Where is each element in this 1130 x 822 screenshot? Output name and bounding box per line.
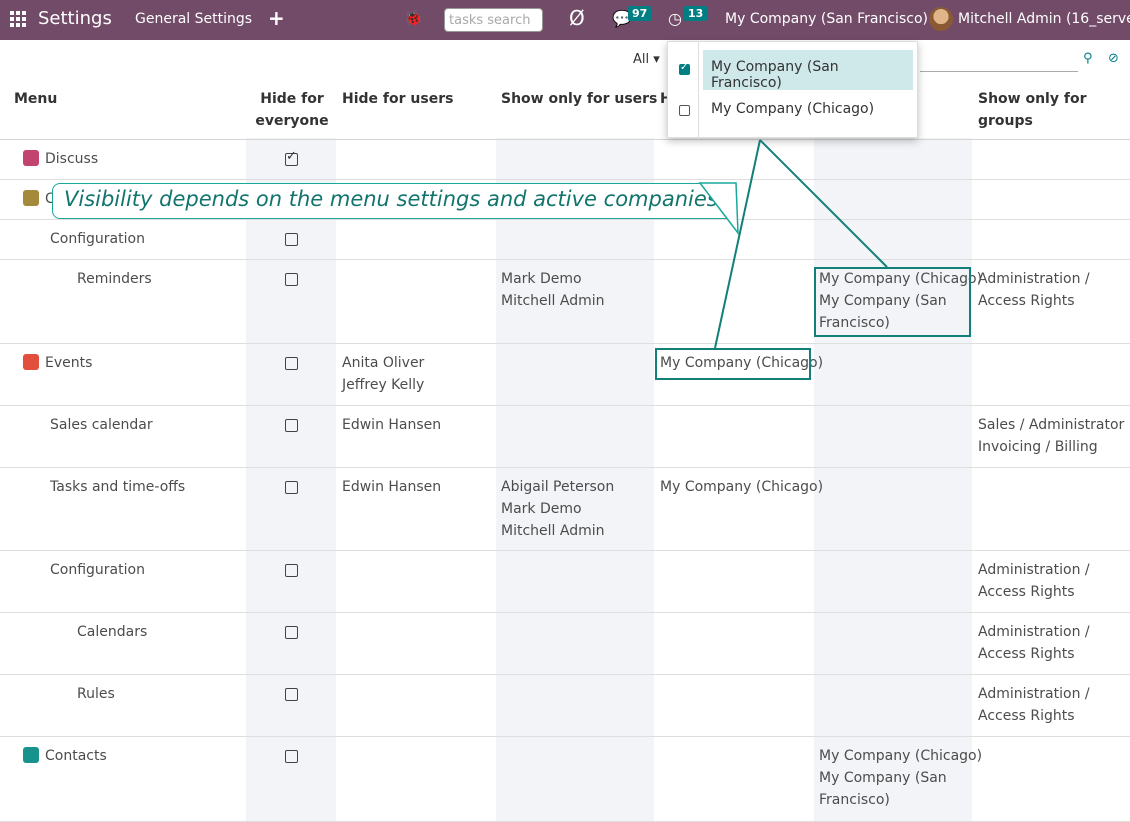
column-header-menu[interactable]: Menu bbox=[14, 88, 57, 110]
hide-everyone-checkbox[interactable] bbox=[285, 149, 298, 166]
cell-hide-users[interactable]: Edwin Hansen bbox=[342, 476, 441, 498]
bug-icon[interactable]: 🐞 bbox=[404, 9, 423, 27]
dropdown-separator bbox=[698, 42, 699, 139]
hide-everyone-checkbox[interactable] bbox=[285, 233, 298, 246]
table-row[interactable]: Tasks and time-offs Edwin Hansen Abigail P… bbox=[0, 468, 1130, 551]
cell-show-companies[interactable]: My Company (Chicago) My Company (San Fra… bbox=[819, 745, 982, 811]
cell-hide-users[interactable]: Edwin Hansen bbox=[342, 414, 441, 436]
company-checkbox-sf[interactable] bbox=[679, 62, 690, 75]
column-header-show-users[interactable]: Show only for users bbox=[501, 88, 657, 110]
hide-everyone-checkbox[interactable] bbox=[285, 564, 298, 577]
company-option-chicago[interactable]: My Company (Chicago) bbox=[703, 92, 913, 132]
user-menu[interactable]: Mitchell Admin (16_server bbox=[958, 11, 1130, 27]
menu-app-icon bbox=[23, 747, 39, 763]
chat-count-badge: 97 bbox=[628, 6, 652, 21]
hide-everyone-checkbox[interactable] bbox=[285, 357, 298, 370]
menu-name: Configuration bbox=[50, 231, 145, 247]
hide-everyone-checkbox[interactable] bbox=[285, 481, 298, 494]
company-checkbox-chicago[interactable] bbox=[679, 105, 690, 116]
menu-app-icon bbox=[23, 150, 39, 166]
hide-everyone-checkbox[interactable] bbox=[285, 419, 298, 432]
menu-name: Sales calendar bbox=[50, 417, 153, 433]
menu-name: Discuss bbox=[45, 151, 99, 167]
avatar[interactable] bbox=[929, 7, 953, 31]
menu-name: Rules bbox=[77, 686, 115, 702]
hide-everyone-checkbox[interactable] bbox=[285, 626, 298, 639]
company-option-sf[interactable]: My Company (San Francisco) bbox=[703, 50, 913, 91]
cell-show-groups[interactable]: Administration / Access Rights bbox=[978, 621, 1090, 665]
hide-everyone-checkbox[interactable] bbox=[285, 750, 298, 763]
table-row[interactable]: Events Anita Oliver Jeffrey Kelly My Compa… bbox=[0, 344, 1130, 406]
highlight-box-hide-companies bbox=[655, 348, 811, 380]
menu-name: Contacts bbox=[45, 748, 107, 764]
table-row[interactable]: Configuration bbox=[0, 220, 1130, 260]
annotation-callout: Visibility depends on the menu settings … bbox=[52, 183, 736, 219]
menu-name: Reminders bbox=[77, 271, 152, 287]
highlight-box-show-companies bbox=[814, 267, 971, 337]
cell-show-groups[interactable]: Administration / Access Rights bbox=[978, 268, 1090, 312]
column-header-hide-everyone[interactable]: Hide for everyone bbox=[252, 88, 332, 132]
cell-show-users[interactable]: Mark Demo Mitchell Admin bbox=[501, 268, 605, 312]
cell-show-groups[interactable]: Sales / Administrator Invoicing / Billin… bbox=[978, 414, 1124, 458]
top-navbar: Settings General Settings + 🐞 Ø 💬 97 ◷ 1… bbox=[0, 0, 1130, 40]
search-input[interactable] bbox=[920, 48, 1078, 72]
clear-search-icon[interactable]: ⊘ bbox=[1108, 51, 1119, 66]
hide-everyone-checkbox[interactable] bbox=[285, 273, 298, 286]
company-switcher[interactable]: My Company (San Francisco) bbox=[725, 11, 928, 27]
add-icon[interactable]: + bbox=[268, 6, 285, 30]
cell-show-groups[interactable]: Administration / Access Rights bbox=[978, 683, 1090, 727]
menu-name: Events bbox=[45, 355, 93, 371]
activity-count-badge: 13 bbox=[684, 6, 708, 21]
menu-app-icon bbox=[23, 190, 39, 206]
column-header-show-groups[interactable]: Show only for groups bbox=[978, 88, 1130, 132]
activity-clock-icon[interactable]: ◷ bbox=[668, 9, 682, 28]
menu-name: Configuration bbox=[50, 562, 145, 578]
search-icon[interactable]: ⚲ bbox=[1083, 51, 1093, 66]
table-row[interactable]: Discuss bbox=[0, 140, 1130, 180]
table-row[interactable]: Calendars Administration / Access Rights bbox=[0, 613, 1130, 675]
app-title[interactable]: Settings bbox=[38, 8, 112, 29]
cell-hide-users[interactable]: Anita Oliver Jeffrey Kelly bbox=[342, 352, 424, 396]
table-row[interactable]: Configuration Administration / Access Rig… bbox=[0, 551, 1130, 613]
cell-hide-companies[interactable]: My Company (Chicago) bbox=[660, 476, 823, 498]
cell-show-groups[interactable]: Administration / Access Rights bbox=[978, 559, 1090, 603]
menu-name: Calendars bbox=[77, 624, 148, 640]
company-dropdown: My Company (San Francisco) My Company (C… bbox=[667, 41, 918, 139]
phi-icon[interactable]: Ø bbox=[569, 6, 585, 30]
hide-everyone-checkbox[interactable] bbox=[285, 688, 298, 701]
table-row[interactable]: Sales calendar Edwin Hansen Sales / Admini… bbox=[0, 406, 1130, 468]
column-header-hide-users[interactable]: Hide for users bbox=[342, 88, 453, 110]
general-settings-menu[interactable]: General Settings bbox=[135, 11, 252, 27]
tasks-search-input[interactable] bbox=[444, 8, 543, 32]
table-header: Menu Hide for everyone Hide for users Sh… bbox=[0, 78, 1130, 140]
menu-app-icon bbox=[23, 354, 39, 370]
filter-all-dropdown[interactable]: All ▾ bbox=[633, 52, 660, 67]
menu-name: Tasks and time-offs bbox=[50, 479, 186, 495]
table-row[interactable]: Contacts My Company (Chicago) My Company … bbox=[0, 737, 1130, 822]
cell-show-users[interactable]: Abigail Peterson Mark Demo Mitchell Admi… bbox=[501, 476, 614, 542]
apps-grid-icon[interactable] bbox=[10, 11, 26, 27]
table-row[interactable]: Rules Administration / Access Rights bbox=[0, 675, 1130, 737]
